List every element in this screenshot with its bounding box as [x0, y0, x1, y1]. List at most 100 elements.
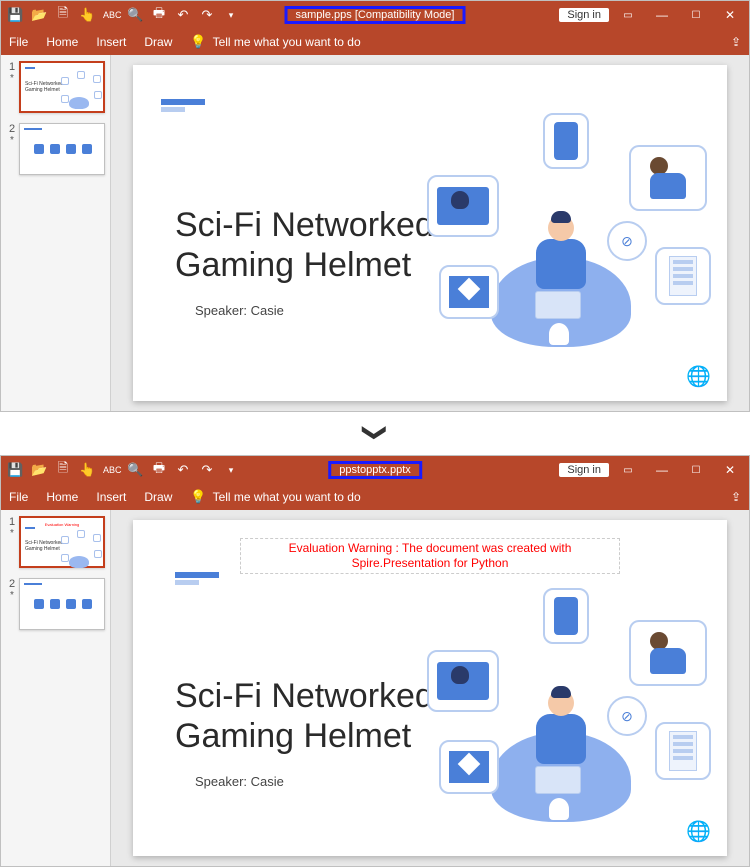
accent-bar-light — [175, 580, 199, 585]
lock-icon — [549, 798, 569, 820]
close-icon[interactable]: ✕ — [715, 8, 745, 22]
open-icon[interactable]: 📂 — [31, 462, 47, 478]
slide-thumbnail-1[interactable]: Sci-Fi Networked Gaming Helmet — [19, 61, 105, 113]
title-highlight: sample.pps [Compatibility Mode] — [285, 6, 466, 24]
spelling-icon[interactable]: ABC — [103, 465, 119, 475]
qat-dropdown-icon[interactable]: ▾ — [223, 10, 239, 21]
new-icon[interactable]: 🗎 — [55, 459, 71, 481]
sign-in-button[interactable]: Sign in — [559, 463, 609, 477]
save-icon[interactable]: 💾 — [7, 462, 23, 478]
qat-dropdown-icon[interactable]: ▾ — [223, 465, 239, 476]
ribbon-tabs: File Home Insert Draw 💡 Tell me what you… — [1, 29, 749, 55]
illustration: ⊘ — [427, 125, 707, 355]
powerpoint-window-top: 💾 📂 🗎 👆 ABC 🔍 🖶 ↶ ↷ ▾ sample.pps [Compat… — [1, 1, 749, 411]
thumbnail-row-1: 1 * Evaluation Warning Sci-Fi Networked … — [5, 516, 106, 568]
prohibit-icon: ⊘ — [621, 708, 633, 725]
document-title: ppstopptx.pptx — [339, 464, 411, 476]
tab-file[interactable]: File — [9, 490, 28, 504]
tab-home[interactable]: Home — [46, 490, 78, 504]
undo-icon[interactable]: ↶ — [175, 7, 191, 23]
share-icon[interactable]: ⇪ — [731, 490, 741, 504]
ribbon-options-icon[interactable]: ▭ — [613, 465, 643, 476]
tell-me-label: Tell me what you want to do — [213, 490, 361, 504]
accent-bar — [161, 99, 205, 105]
server-node — [655, 722, 711, 780]
workspace: 1 * Sci-Fi Networked Gaming Helmet — [1, 55, 749, 411]
undo-icon[interactable]: ↶ — [175, 462, 191, 478]
spelling-icon[interactable]: ABC — [103, 10, 119, 20]
slide-canvas: Sci-Fi Networked Gaming Helmet Speaker: … — [111, 55, 749, 411]
open-icon[interactable]: 📂 — [31, 7, 47, 23]
speaker-label: Speaker: Casie — [195, 303, 284, 318]
connector-arrow: ❯ — [0, 412, 750, 455]
lightbulb-icon: 💡 — [190, 489, 206, 505]
slide-thumbnail-2[interactable] — [19, 123, 105, 175]
minimize-icon[interactable]: — — [647, 8, 677, 22]
slide-thumbnail-pane: 1 * Sci-Fi Networked Gaming Helmet — [1, 55, 111, 411]
redo-icon[interactable]: ↷ — [199, 7, 215, 23]
title-bar-right: Sign in ▭ — ☐ ✕ — [559, 8, 749, 22]
monitor-node — [427, 175, 499, 237]
cube-node — [439, 740, 499, 794]
workspace: 1 * Evaluation Warning Sci-Fi Networked … — [1, 510, 749, 866]
slide-thumbnail-1[interactable]: Evaluation Warning Sci-Fi Networked Gami… — [19, 516, 105, 568]
tell-me-search[interactable]: 💡 Tell me what you want to do — [190, 34, 360, 50]
person-figure — [521, 215, 601, 325]
globe-icon: 🌐 — [686, 364, 711, 389]
quick-print-icon[interactable]: 🖶 — [151, 459, 167, 481]
tab-file[interactable]: File — [9, 35, 28, 49]
thumb-number: 1 * — [5, 61, 19, 113]
quick-print-icon[interactable]: 🖶 — [151, 4, 167, 26]
thumb-number: 1 * — [5, 516, 19, 568]
print-preview-icon[interactable]: 🔍 — [127, 7, 143, 23]
save-icon[interactable]: 💾 — [7, 7, 23, 23]
touch-mode-icon[interactable]: 👆 — [79, 462, 95, 478]
quick-access-toolbar: 💾 📂 🗎 👆 ABC 🔍 🖶 ↶ ↷ ▾ — [1, 459, 245, 481]
evaluation-warning: Evaluation Warning : The document was cr… — [240, 538, 620, 574]
title-highlight: ppstopptx.pptx — [328, 461, 422, 479]
slide-1[interactable]: Evaluation Warning : The document was cr… — [133, 520, 727, 856]
document-title: sample.pps [Compatibility Mode] — [296, 9, 455, 21]
touch-mode-icon[interactable]: 👆 — [79, 7, 95, 23]
prohibit-node: ⊘ — [607, 696, 647, 736]
slide-title: Sci-Fi Networked Gaming Helmet — [175, 205, 434, 285]
lightbulb-icon: 💡 — [190, 34, 206, 50]
lock-icon — [549, 323, 569, 345]
maximize-icon[interactable]: ☐ — [681, 10, 711, 21]
slide-1[interactable]: Sci-Fi Networked Gaming Helmet Speaker: … — [133, 65, 727, 401]
thumbnail-row-1: 1 * Sci-Fi Networked Gaming Helmet — [5, 61, 106, 113]
worker-node — [629, 145, 707, 211]
tab-insert[interactable]: Insert — [96, 35, 126, 49]
server-node — [655, 247, 711, 305]
cube-node — [439, 265, 499, 319]
prohibit-icon: ⊘ — [621, 233, 633, 250]
tell-me-label: Tell me what you want to do — [213, 35, 361, 49]
chevron-down-icon: ❯ — [360, 422, 389, 442]
quick-access-toolbar: 💾 📂 🗎 👆 ABC 🔍 🖶 ↶ ↷ ▾ — [1, 4, 245, 26]
powerpoint-window-bottom: 💾 📂 🗎 👆 ABC 🔍 🖶 ↶ ↷ ▾ ppstopptx.pptx Sig… — [1, 456, 749, 866]
sign-in-button[interactable]: Sign in — [559, 8, 609, 22]
slide-thumbnail-pane: 1 * Evaluation Warning Sci-Fi Networked … — [1, 510, 111, 866]
tab-home[interactable]: Home — [46, 35, 78, 49]
share-icon[interactable]: ⇪ — [731, 35, 741, 49]
tab-insert[interactable]: Insert — [96, 490, 126, 504]
close-icon[interactable]: ✕ — [715, 463, 745, 477]
window-title: sample.pps [Compatibility Mode] — [285, 9, 466, 21]
print-preview-icon[interactable]: 🔍 — [127, 462, 143, 478]
redo-icon[interactable]: ↷ — [199, 462, 215, 478]
accent-bar — [175, 572, 219, 578]
tell-me-search[interactable]: 💡 Tell me what you want to do — [190, 489, 360, 505]
monitor-node — [427, 650, 499, 712]
thumb-number: 2 * — [5, 123, 19, 175]
slide-thumbnail-2[interactable] — [19, 578, 105, 630]
ribbon-options-icon[interactable]: ▭ — [613, 10, 643, 21]
thumb-number: 2 * — [5, 578, 19, 630]
new-icon[interactable]: 🗎 — [55, 4, 71, 26]
phone-node — [543, 588, 589, 644]
speaker-label: Speaker: Casie — [195, 774, 284, 789]
ribbon-tabs: File Home Insert Draw 💡 Tell me what you… — [1, 484, 749, 510]
minimize-icon[interactable]: — — [647, 463, 677, 477]
maximize-icon[interactable]: ☐ — [681, 465, 711, 476]
tab-draw[interactable]: Draw — [144, 35, 172, 49]
tab-draw[interactable]: Draw — [144, 490, 172, 504]
